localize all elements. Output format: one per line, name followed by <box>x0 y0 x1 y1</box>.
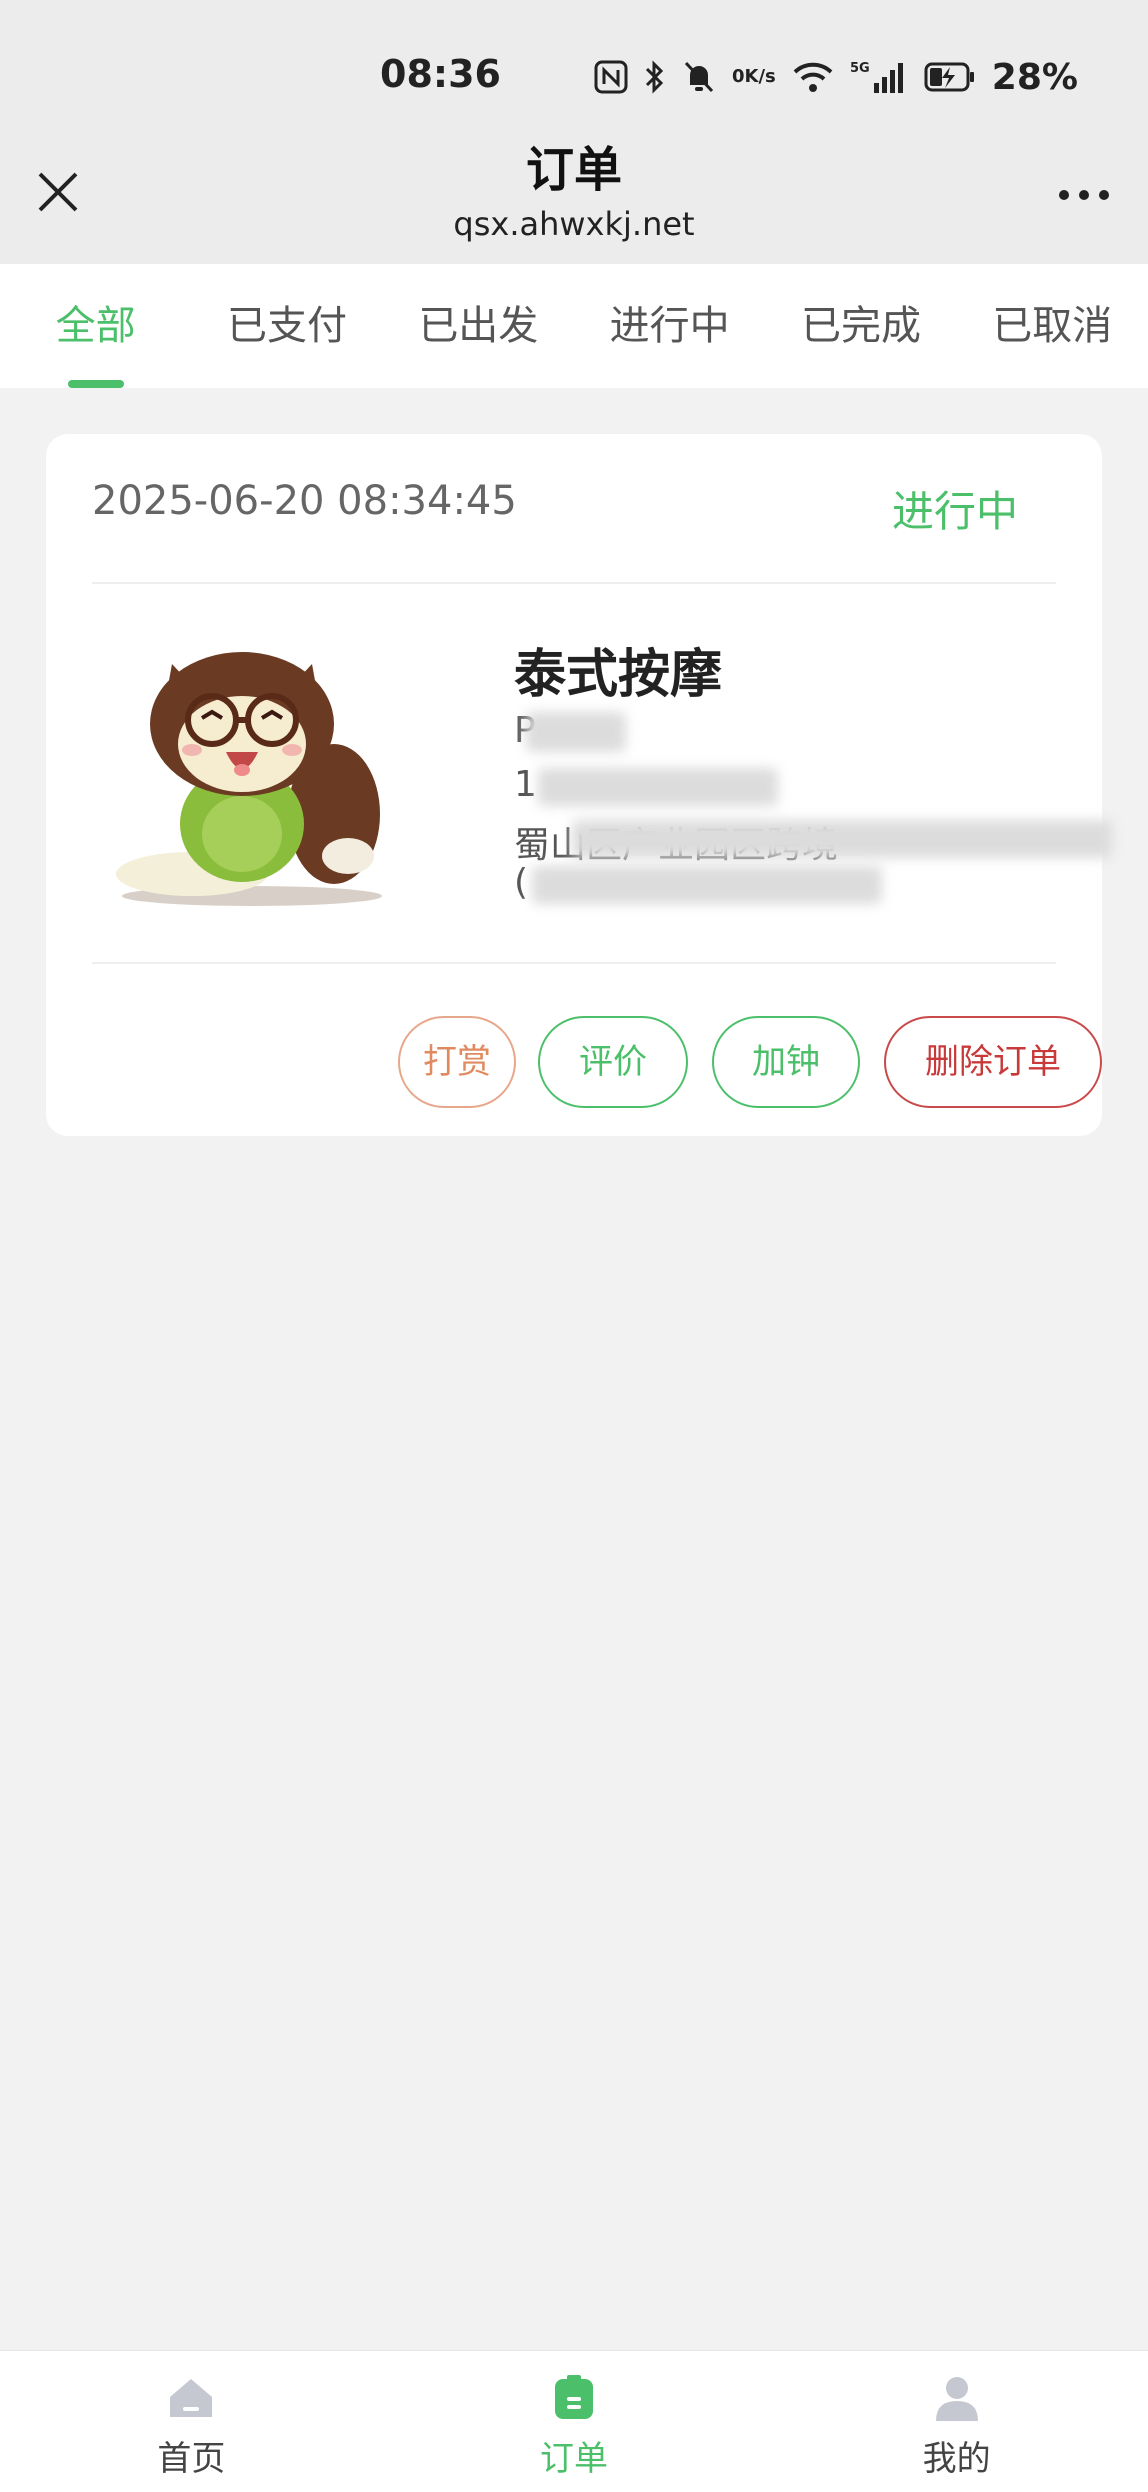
mute-bell-icon <box>682 59 716 95</box>
nav-home-label: 首页 <box>157 2439 226 2479</box>
net-speed: 0 K/s <box>732 66 776 87</box>
wifi-icon <box>792 60 834 94</box>
add-clock-button[interactable]: 加钟 <box>712 1016 860 1108</box>
page-title: 订单 <box>525 142 622 198</box>
title-bar: 订单 qsx.ahwxkj.net <box>0 130 1148 264</box>
nav-mine-label: 我的 <box>922 2439 991 2479</box>
title-block: 订单 qsx.ahwxkj.net <box>0 138 1148 246</box>
blurred-name <box>526 712 626 752</box>
nav-mine[interactable]: 我的 <box>765 2351 1148 2492</box>
blurred-address <box>572 820 1112 858</box>
signal-icon: 5G <box>850 59 908 95</box>
tab-completed[interactable]: 已完成 <box>765 264 956 388</box>
more-options-button[interactable] <box>1044 170 1124 220</box>
battery-icon <box>924 61 976 93</box>
order-card-header: 2025-06-20 08:34:45 进行中 <box>92 434 1056 584</box>
customer-address-line2: ( <box>514 862 529 903</box>
customer-phone: 1 <box>514 764 537 805</box>
reward-button[interactable]: 打赏 <box>398 1016 516 1108</box>
home-icon <box>170 2379 213 2417</box>
review-button[interactable]: 评价 <box>538 1016 688 1108</box>
blurred-phone <box>538 768 778 806</box>
order-card[interactable]: 2025-06-20 08:34:45 进行中 泰式按摩 P 1 (打赏 评价… <box>46 434 1112 1136</box>
nav-orders[interactable]: 订单 <box>383 2351 766 2492</box>
user-icon <box>935 2377 978 2421</box>
mascot-image <box>116 652 382 906</box>
tab-cancelled[interactable]: 已取消 <box>957 264 1148 388</box>
more-dot-icon <box>1059 190 1069 200</box>
page-url: qsx.ahwxkj.net <box>453 205 695 243</box>
more-dot-icon <box>1099 190 1109 200</box>
order-tabs: 全部 已支付 已出发 进行中 已完成 已取消 <box>0 264 1148 388</box>
tab-in-progress[interactable]: 进行中 <box>574 264 765 388</box>
service-name: 泰式按摩 <box>514 645 723 705</box>
status-icons: 0 K/s 5G 28% <box>594 52 1078 102</box>
order-time: 2025-06-20 08:34:45 <box>92 478 517 524</box>
nfc-icon <box>594 60 628 94</box>
more-dot-icon <box>1079 190 1089 200</box>
svg-text:5G: 5G <box>850 61 870 76</box>
tab-active-indicator <box>67 380 124 388</box>
delete-order-button[interactable]: 删除订单 <box>884 1016 1102 1108</box>
nav-orders-label: 订单 <box>540 2439 608 2479</box>
tab-all[interactable]: 全部 <box>0 264 191 388</box>
tab-paid[interactable]: 已支付 <box>191 264 382 388</box>
battery-percent: 28% <box>991 56 1078 98</box>
bluetooth-icon <box>644 59 666 95</box>
blurred-address-line2 <box>532 866 882 904</box>
order-card-body: 泰式按摩 P 1 蜀山区产业园区跨境 ( <box>92 584 1112 964</box>
bottom-nav: 首页 订单 我的 <box>0 2350 1148 2492</box>
status-bar: 08:36 0 K/s 5G 28% <box>0 0 1148 150</box>
nav-home[interactable]: 首页 <box>0 2351 383 2492</box>
order-icon <box>555 2375 593 2419</box>
order-status: 进行中 <box>891 487 1018 536</box>
order-actions: 打赏 评价 加钟 删除订单 <box>92 964 1102 1136</box>
service-thumbnail <box>102 624 402 924</box>
status-time: 08:36 <box>380 52 501 96</box>
tab-departed[interactable]: 已出发 <box>383 264 574 388</box>
